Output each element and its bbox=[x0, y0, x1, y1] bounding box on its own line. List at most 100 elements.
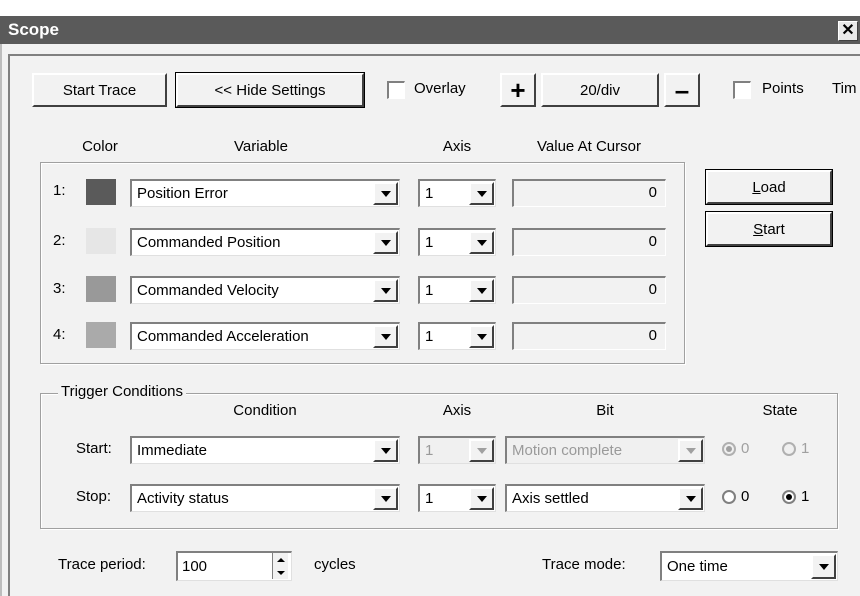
window-title: Scope bbox=[8, 20, 60, 39]
title-bar: Scope bbox=[0, 16, 860, 44]
chevron-down-icon[interactable] bbox=[373, 439, 398, 462]
chevron-down-icon[interactable] bbox=[678, 487, 703, 510]
scale-display[interactable]: 20/div bbox=[541, 73, 659, 107]
overlay-checkbox[interactable] bbox=[387, 81, 405, 99]
chevron-down-icon[interactable] bbox=[469, 487, 494, 510]
axis-select[interactable]: 1 bbox=[418, 276, 496, 304]
load-button[interactable]: Load bbox=[705, 169, 833, 205]
overlay-label: Overlay bbox=[414, 80, 466, 97]
row-index: 4: bbox=[53, 326, 66, 343]
axis-select-value: 1 bbox=[425, 185, 434, 202]
chevron-down-icon[interactable] bbox=[469, 279, 494, 302]
trace-mode-label: Trace mode: bbox=[542, 556, 626, 573]
stop-axis-select[interactable]: 1 bbox=[418, 484, 496, 512]
value-at-cursor-field: 0 bbox=[512, 322, 666, 350]
stop-bit-select[interactable]: Axis settled bbox=[505, 484, 705, 512]
chevron-down-icon[interactable] bbox=[373, 182, 398, 205]
value-at-cursor-field: 0 bbox=[512, 276, 666, 304]
color-swatch[interactable] bbox=[86, 179, 116, 205]
stop-state-0-radio[interactable] bbox=[722, 490, 736, 504]
chevron-down-icon[interactable] bbox=[811, 554, 836, 579]
points-label: Points bbox=[762, 80, 804, 97]
start-axis-select: 1 bbox=[418, 436, 496, 464]
bit-header: Bit bbox=[596, 402, 614, 419]
stop-condition-select[interactable]: Activity status bbox=[130, 484, 400, 512]
start-label-rest: tart bbox=[763, 220, 785, 238]
chevron-down-icon[interactable] bbox=[469, 325, 494, 348]
value-at-cursor-field: 0 bbox=[512, 179, 666, 207]
time-label: Tim bbox=[832, 80, 857, 97]
variable-select-value: Commanded Acceleration bbox=[137, 328, 309, 345]
variable-header: Variable bbox=[234, 138, 288, 155]
variable-select-value: Commanded Velocity bbox=[137, 282, 279, 299]
chevron-down-icon[interactable] bbox=[469, 231, 494, 254]
hide-settings-button[interactable]: << Hide Settings bbox=[175, 72, 365, 108]
trace-period-label: Trace period: bbox=[58, 556, 146, 573]
start-button[interactable]: Start bbox=[705, 211, 833, 247]
start-trace-button[interactable]: Start Trace bbox=[32, 73, 167, 107]
color-swatch[interactable] bbox=[86, 276, 116, 302]
start-state-1-radio bbox=[782, 442, 796, 456]
minus-icon: – bbox=[674, 74, 690, 105]
trigger-axis-header: Axis bbox=[442, 402, 472, 419]
variable-select[interactable]: Commanded Position bbox=[130, 228, 400, 256]
stop-axis-value: 1 bbox=[425, 490, 434, 507]
variable-select-value: Position Error bbox=[137, 185, 228, 202]
axis-select-value: 1 bbox=[425, 234, 434, 251]
start-label: Start bbox=[753, 220, 785, 238]
scale-label: 20/div bbox=[579, 81, 621, 99]
start-condition-value: Immediate bbox=[137, 442, 208, 459]
zoom-out-button[interactable]: – bbox=[664, 73, 700, 107]
color-swatch[interactable] bbox=[86, 322, 116, 348]
spin-up-icon[interactable] bbox=[276, 557, 285, 562]
condition-header: Condition bbox=[233, 402, 297, 419]
axis-header: Axis bbox=[442, 138, 472, 155]
color-swatch[interactable] bbox=[86, 228, 116, 254]
trace-mode-select[interactable]: One time bbox=[660, 551, 838, 581]
chevron-down-icon[interactable] bbox=[373, 279, 398, 302]
variable-select[interactable]: Commanded Velocity bbox=[130, 276, 400, 304]
start-trigger-label: Start: bbox=[76, 440, 112, 457]
load-label-rest: oad bbox=[760, 178, 786, 196]
plus-icon: + bbox=[510, 74, 526, 105]
points-checkbox[interactable] bbox=[733, 81, 751, 99]
start-axis-value: 1 bbox=[425, 442, 434, 459]
trigger-conditions-title: Trigger Conditions bbox=[58, 383, 186, 400]
close-button[interactable]: ✕ bbox=[838, 21, 858, 41]
start-trace-label: Start Trace bbox=[62, 81, 137, 99]
variable-select[interactable]: Commanded Acceleration bbox=[130, 322, 400, 350]
trace-period-value: 100 bbox=[182, 558, 208, 575]
chevron-down-icon[interactable] bbox=[373, 231, 398, 254]
value-at-cursor-field: 0 bbox=[512, 228, 666, 256]
variable-select[interactable]: Position Error bbox=[130, 179, 400, 207]
stop-trigger-label: Stop: bbox=[76, 488, 112, 505]
axis-select[interactable]: 1 bbox=[418, 322, 496, 350]
color-header: Color bbox=[82, 138, 118, 155]
axis-select-value: 1 bbox=[425, 282, 434, 299]
row-index: 1: bbox=[53, 182, 66, 199]
hide-settings-label: << Hide Settings bbox=[214, 81, 326, 99]
trace-period-unit: cycles bbox=[314, 556, 356, 573]
axis-select[interactable]: 1 bbox=[418, 228, 496, 256]
chevron-down-icon[interactable] bbox=[469, 182, 494, 205]
trace-period-spinner[interactable] bbox=[272, 553, 288, 579]
trace-mode-value: One time bbox=[667, 558, 728, 575]
start-bit-select: Motion complete bbox=[505, 436, 705, 464]
close-icon: ✕ bbox=[841, 22, 855, 39]
start-state-0-radio bbox=[722, 442, 736, 456]
value-at-cursor-header: Value At Cursor bbox=[537, 138, 641, 155]
chevron-down-icon[interactable] bbox=[373, 487, 398, 510]
stop-state-0-label: 0 bbox=[741, 488, 750, 505]
stop-state-1-radio[interactable] bbox=[782, 490, 796, 504]
spin-down-icon[interactable] bbox=[276, 570, 285, 575]
load-label: Load bbox=[752, 178, 786, 196]
chevron-down-icon[interactable] bbox=[373, 325, 398, 348]
stop-bit-value: Axis settled bbox=[512, 490, 589, 507]
variable-select-value: Commanded Position bbox=[137, 234, 281, 251]
row-index: 2: bbox=[53, 232, 66, 249]
start-condition-select[interactable]: Immediate bbox=[130, 436, 400, 464]
axis-select[interactable]: 1 bbox=[418, 179, 496, 207]
zoom-in-button[interactable]: + bbox=[500, 73, 536, 107]
chevron-down-icon bbox=[678, 439, 703, 462]
chevron-down-icon bbox=[469, 439, 494, 462]
